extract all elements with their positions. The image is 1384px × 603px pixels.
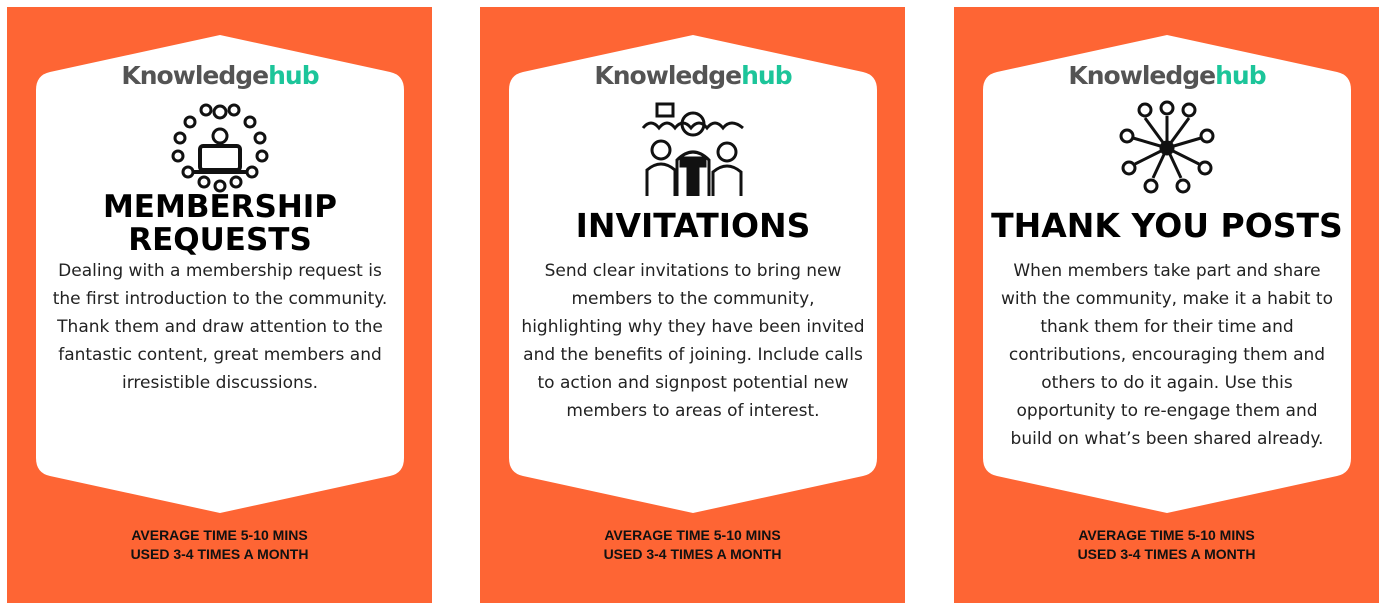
card-thank-you-posts: Knowledgehub THANK YOU POSTS When member… <box>954 7 1379 603</box>
card-panel: Knowledgehub INVITATIONS Send clear invi… <box>509 35 877 513</box>
card-footer: AVERAGE TIME 5-10 MINS USED 3-4 TIMES A … <box>1077 527 1256 562</box>
group-hands-together-icon <box>1119 100 1215 194</box>
card-description: Dealing with a membership request is the… <box>52 261 388 393</box>
card-title: INVITATIONS <box>575 206 811 245</box>
people-at-podium-icon <box>641 98 745 196</box>
card-panel: Knowledgehub THANK YOU POSTS When member… <box>983 35 1351 513</box>
card-description: Send clear invitations to bring new memb… <box>521 261 865 421</box>
card-footer: AVERAGE TIME 5-10 MINS USED 3-4 TIMES A … <box>130 527 309 562</box>
card-title: MEMBERSHIP REQUESTS <box>102 189 338 258</box>
group-around-laptop-icon <box>171 103 269 193</box>
knowledgehub-logo: Knowledgehub <box>594 61 792 90</box>
card-description: When members take part and share with th… <box>1001 261 1333 449</box>
card-membership-requests: Knowledgehub MEMBERSHIP REQUESTS Dealing… <box>7 7 432 603</box>
knowledgehub-logo: Knowledgehub <box>121 61 319 90</box>
card-footer: AVERAGE TIME 5-10 MINS USED 3-4 TIMES A … <box>603 527 782 562</box>
card-invitations: Knowledgehub INVITATIONS Send clear invi… <box>480 7 905 603</box>
knowledgehub-logo: Knowledgehub <box>1068 61 1266 90</box>
card-title: THANK YOU POSTS <box>991 206 1343 245</box>
card-panel: Knowledgehub MEMBERSHIP REQUESTS Dealing… <box>36 35 404 513</box>
